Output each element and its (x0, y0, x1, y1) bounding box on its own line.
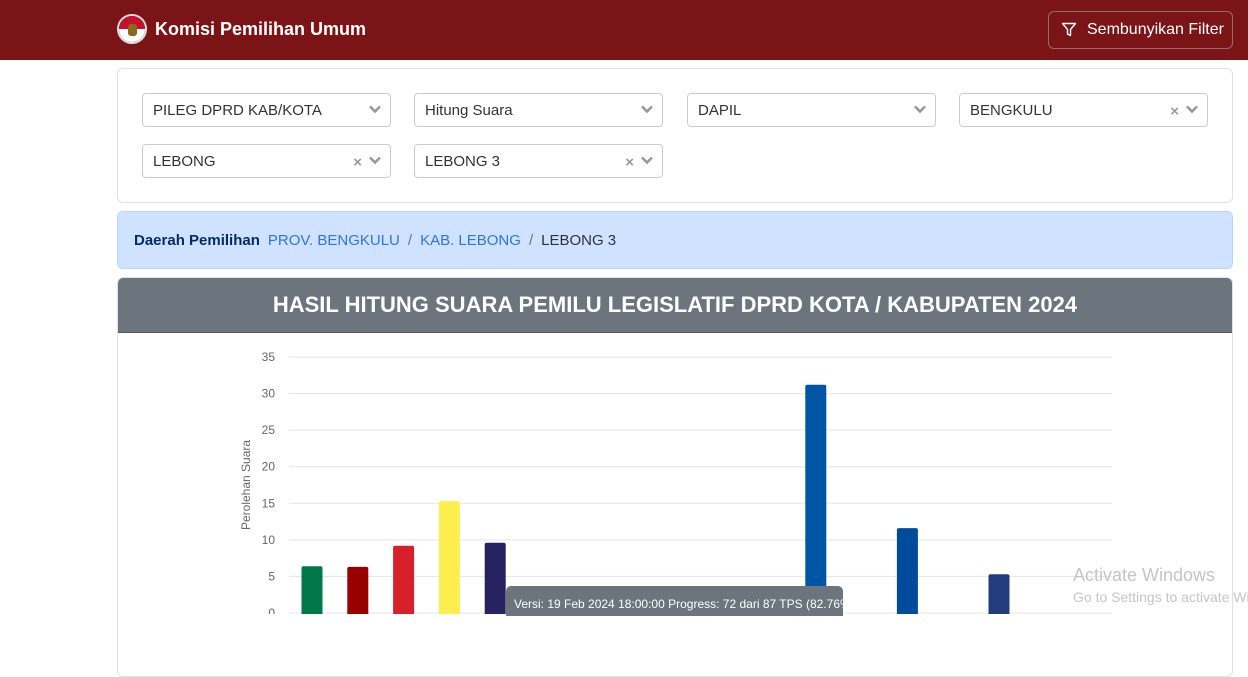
hide-filter-button[interactable]: Sembunyikan Filter (1048, 11, 1233, 49)
bar-5[interactable] (484, 542, 506, 614)
breadcrumb-label: Daerah Pemilihan (134, 231, 260, 249)
watermark-title: Activate Windows (1073, 565, 1216, 585)
watermark-subtitle: Go to Settings to activate Windows. (1073, 589, 1248, 605)
select-value: BENGKULU (970, 101, 1053, 119)
breadcrumb: Daerah Pemilihan PROV. BENGKULU / KAB. L… (117, 211, 1233, 269)
region-level-select[interactable]: DAPIL (687, 93, 936, 127)
brand[interactable]: Komisi Pemilihan Umum (117, 14, 366, 44)
regency-select[interactable]: LEBONG × (142, 144, 391, 178)
select-value: LEBONG (153, 152, 216, 170)
funnel-icon (1061, 22, 1077, 37)
breadcrumb-regency-link[interactable]: KAB. LEBONG (420, 232, 521, 249)
top-navbar: Komisi Pemilihan Umum Sembunyikan Filter (0, 0, 1248, 60)
brand-title: Komisi Pemilihan Umum (155, 18, 367, 39)
select-value: DAPIL (698, 101, 742, 119)
breadcrumb-separator: / (407, 231, 413, 249)
bar-14[interactable] (896, 528, 918, 614)
breadcrumb-current: LEBONG 3 (541, 231, 617, 249)
select-value: PILEG DPRD KAB/KOTA (153, 101, 322, 119)
clear-icon[interactable]: × (625, 155, 634, 170)
filter-panel: PILEG DPRD KAB/KOTA Hitung Suara DAPIL B… (117, 68, 1233, 203)
bar-16[interactable] (988, 574, 1010, 614)
hide-filter-label: Sembunyikan Filter (1087, 21, 1224, 38)
select-value: LEBONG 3 (425, 152, 501, 170)
chevron-down-icon (369, 105, 381, 114)
bar-3[interactable] (393, 545, 415, 614)
progress-tooltip: Versi: 19 Feb 2024 18:00:00 Progress: 72… (506, 586, 855, 616)
chevron-down-icon (914, 105, 926, 114)
kpu-logo-icon (117, 14, 147, 44)
chart-title: HASIL HITUNG SUARA PEMILU LEGISLATIF DPR… (118, 278, 1232, 333)
election-type-select[interactable]: PILEG DPRD KAB/KOTA (142, 93, 391, 127)
breadcrumb-separator: / (528, 231, 534, 249)
province-select[interactable]: BENGKULU × (959, 93, 1208, 127)
select-value: Hitung Suara (425, 101, 513, 119)
bar-2[interactable] (347, 566, 369, 614)
dapil-select[interactable]: LEBONG 3 × (414, 144, 663, 178)
breadcrumb-province-link[interactable]: PROV. BENGKULU (268, 232, 400, 249)
chevron-down-icon (641, 105, 653, 114)
bar-12[interactable] (805, 384, 827, 614)
bar-1[interactable] (301, 566, 323, 614)
bar-4[interactable] (438, 501, 460, 614)
clear-icon[interactable]: × (353, 155, 362, 170)
clear-icon[interactable]: × (1170, 104, 1179, 119)
chevron-down-icon (641, 156, 653, 165)
data-type-select[interactable]: Hitung Suara (414, 93, 663, 127)
windows-activation-watermark: Activate Windows Go to Settings to activ… (1073, 565, 1248, 605)
chevron-down-icon (369, 156, 381, 165)
chart-card: HASIL HITUNG SUARA PEMILU LEGISLATIF DPR… (117, 277, 1233, 677)
chevron-down-icon (1186, 105, 1198, 114)
